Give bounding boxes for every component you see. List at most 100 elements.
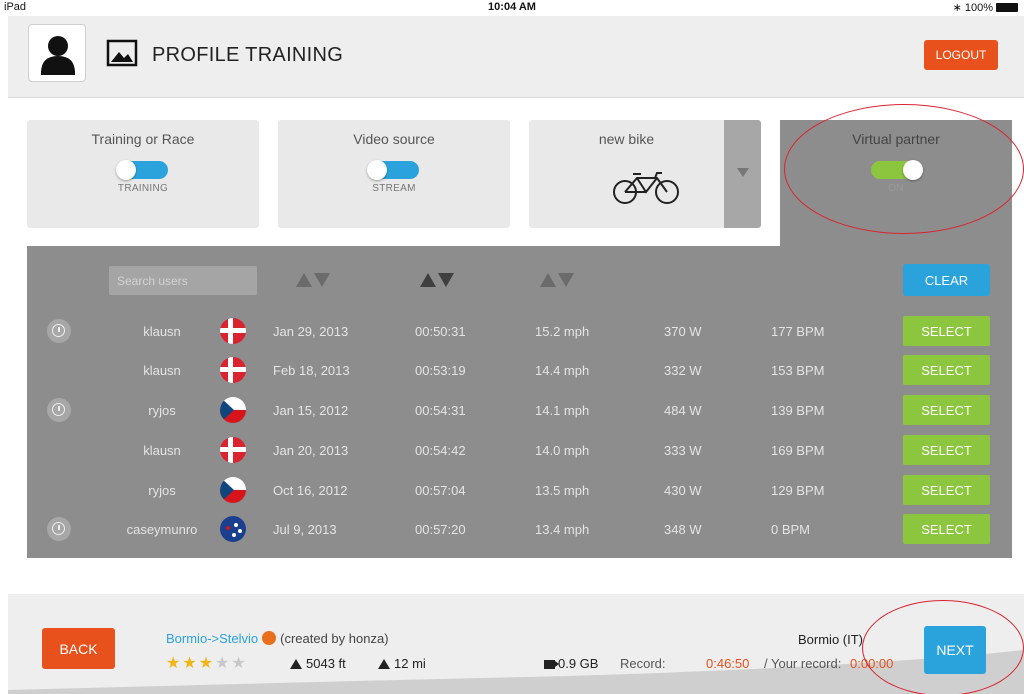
bike-dropdown-button[interactable] xyxy=(724,120,761,228)
sort-date-arrows[interactable] xyxy=(296,273,330,287)
user-name: caseymunro xyxy=(126,522,198,537)
select-button[interactable]: SELECT xyxy=(903,435,990,465)
user-name: klausn xyxy=(143,363,181,378)
training-race-state: TRAINING xyxy=(117,183,169,194)
ride-speed: 13.5 mph xyxy=(535,483,590,498)
country-flag-icon xyxy=(220,318,246,344)
ride-date: Jan 29, 2013 xyxy=(273,324,349,339)
badge-icon xyxy=(262,631,277,645)
video-source-title: Video source xyxy=(353,131,435,147)
training-or-race-card: Training or Race TRAINING xyxy=(27,120,259,228)
ride-time: 00:57:04 xyxy=(415,483,466,498)
distance-value: 12 mi xyxy=(394,656,426,671)
video-source-state: STREAM xyxy=(372,183,416,194)
ride-heart-rate: 169 BPM xyxy=(771,443,825,458)
back-button[interactable]: BACK xyxy=(42,628,115,669)
elevation-value: 5043 ft xyxy=(306,656,346,671)
bike-card[interactable]: new bike xyxy=(529,120,761,228)
logout-button[interactable]: LOGOUT xyxy=(924,40,998,70)
ride-time: 00:50:31 xyxy=(415,324,466,339)
clear-button[interactable]: CLEAR xyxy=(903,264,990,296)
ride-time: 00:53:19 xyxy=(415,363,466,378)
ride-power: 332 W xyxy=(664,363,702,378)
star-icon: ★ xyxy=(182,655,199,672)
ride-speed: 14.1 mph xyxy=(535,403,590,418)
elevation-profile xyxy=(8,650,1024,694)
user-name: klausn xyxy=(143,443,181,458)
select-button[interactable]: SELECT xyxy=(903,514,990,544)
sort-speed-arrows[interactable] xyxy=(540,273,574,287)
ride-date: Jan 15, 2012 xyxy=(273,403,349,418)
battery-percent: 100% xyxy=(964,1,993,14)
training-race-toggle[interactable] xyxy=(116,160,168,180)
ride-heart-rate: 129 BPM xyxy=(771,483,825,498)
ride-power: 348 W xyxy=(664,522,702,537)
ride-time: 00:54:31 xyxy=(415,403,466,418)
avatar[interactable] xyxy=(28,24,86,82)
image-icon[interactable] xyxy=(106,38,138,68)
virtual-partner-title: Virtual partner xyxy=(852,131,940,147)
virtual-partner-state: ON xyxy=(888,183,904,194)
user-name: klausn xyxy=(143,324,181,339)
ride-time: 00:54:42 xyxy=(415,443,466,458)
ride-date: Jul 9, 2013 xyxy=(273,522,337,537)
elevation-stat: 5043 ft xyxy=(290,656,346,671)
video-source-toggle[interactable] xyxy=(367,160,419,180)
virtual-partner-panel: CLEAR klausn Jan 29, 2013 00:50:31 15.2 mph… xyxy=(27,246,1012,558)
page-title: PROFILE TRAINING xyxy=(152,44,344,66)
country-flag-icon xyxy=(220,357,246,383)
star-icon: ★ xyxy=(198,655,216,672)
stopwatch-icon[interactable] xyxy=(47,398,71,422)
user-name: ryjos xyxy=(148,483,176,498)
location-label: Bormio (IT) xyxy=(798,632,863,647)
table-row: caseymunro Jul 9, 2013 00:57:20 13.4 mph 348… xyxy=(27,514,1012,544)
next-button[interactable]: NEXT xyxy=(924,626,986,674)
training-or-race-title: Training or Race xyxy=(91,131,195,147)
star-icon: ★ xyxy=(166,655,183,672)
distance-stat: 12 mi xyxy=(378,656,426,671)
select-button[interactable]: SELECT xyxy=(903,316,990,346)
table-row: klausn Feb 18, 2013 00:53:19 14.4 mph 332 W 1… xyxy=(27,355,1012,385)
battery-icon xyxy=(996,3,1018,12)
video-camera-icon xyxy=(544,660,559,669)
ride-power: 484 W xyxy=(664,403,702,418)
stopwatch-icon[interactable] xyxy=(47,319,71,343)
star-icon: ★ xyxy=(215,655,232,672)
ride-heart-rate: 153 BPM xyxy=(771,363,825,378)
ride-time: 00:57:20 xyxy=(415,522,466,537)
video-size-value: 0.9 GB xyxy=(558,656,599,671)
route-info: Bormio->Stelvio (created by honza) xyxy=(166,631,389,646)
ride-date: Oct 16, 2012 xyxy=(273,483,348,498)
video-size-stat: 0.9 GB xyxy=(544,656,598,671)
select-button[interactable]: SELECT xyxy=(903,475,990,505)
star-icon: ★ xyxy=(231,655,248,672)
ride-date: Feb 18, 2013 xyxy=(273,363,350,378)
record-value: 0:46:50 xyxy=(706,656,750,671)
user-name: ryjos xyxy=(148,403,176,418)
virtual-partner-card: Virtual partner ON xyxy=(780,120,1012,250)
route-creator: (created by honza) xyxy=(280,631,389,646)
ride-heart-rate: 139 BPM xyxy=(771,403,825,418)
search-users-input[interactable] xyxy=(109,266,257,295)
select-button[interactable]: SELECT xyxy=(903,355,990,385)
table-row: ryjos Jan 15, 2012 00:54:31 14.1 mph 484 W 13… xyxy=(27,395,1012,425)
country-flag-icon xyxy=(220,397,246,423)
route-rating: ★★★★★ xyxy=(166,653,248,673)
stopwatch-icon[interactable] xyxy=(47,517,71,541)
virtual-partner-toggle[interactable] xyxy=(871,160,923,180)
ride-power: 333 W xyxy=(664,443,702,458)
table-row: klausn Jan 29, 2013 00:50:31 15.2 mph 370 W 1… xyxy=(27,316,1012,346)
sort-time-arrows[interactable] xyxy=(420,273,454,287)
select-button[interactable]: SELECT xyxy=(903,395,990,425)
record-label: Record: xyxy=(620,656,666,671)
route-name[interactable]: Bormio->Stelvio xyxy=(166,631,258,646)
ride-power: 430 W xyxy=(664,483,702,498)
mountain-icon xyxy=(290,659,302,669)
ride-speed: 14.0 mph xyxy=(535,443,590,458)
footer: BACK Bormio->Stelvio (created by honza) ★… xyxy=(8,594,1024,694)
bicycle-icon xyxy=(613,172,679,204)
ride-power: 370 W xyxy=(664,324,702,339)
user-icon xyxy=(41,36,75,75)
clock: 10:04 AM xyxy=(488,1,536,13)
country-flag-icon xyxy=(220,437,246,463)
